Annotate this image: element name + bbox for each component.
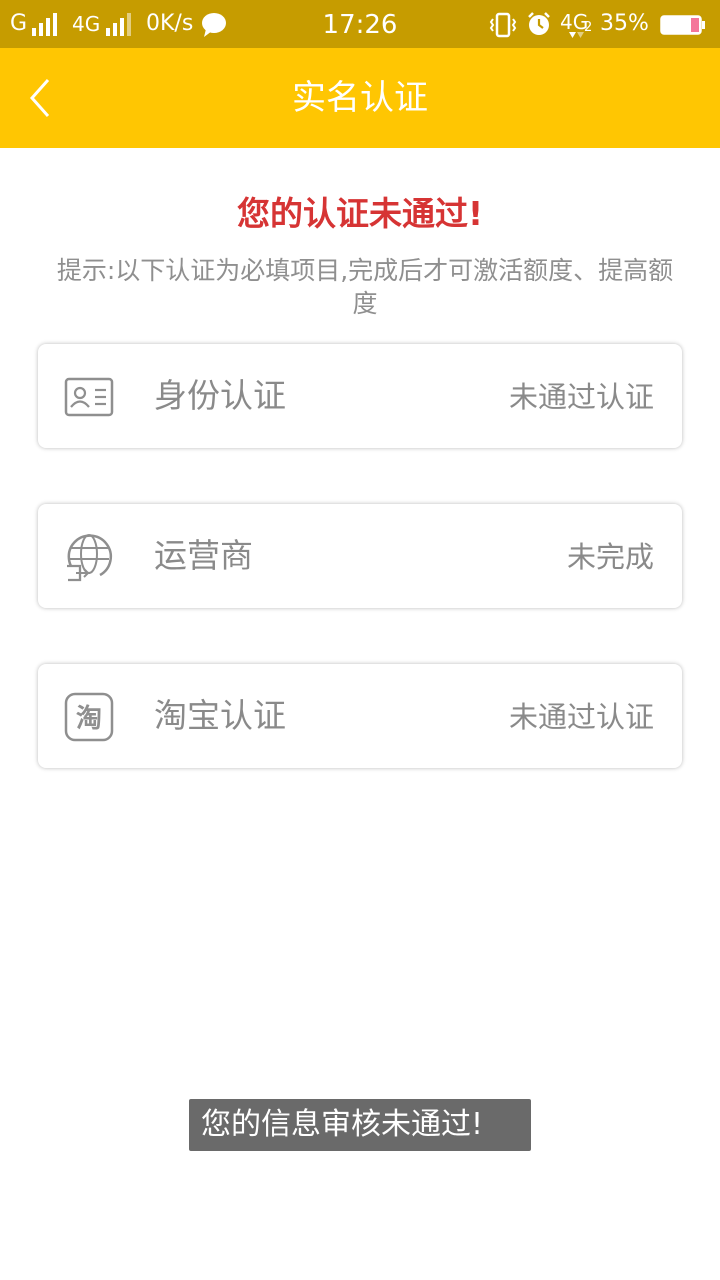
screen: G 4G 0K/s 17:26 4G 2 35% 实名认证 您的认证未通过! 提… <box>0 0 720 1280</box>
id-verification-card[interactable]: 身份认证 未通过认证 <box>38 344 682 448</box>
toast: 您的信息审核未通过! <box>189 1099 531 1151</box>
battery-percent: 35% <box>600 11 649 36</box>
card-label: 运营商 <box>154 536 253 575</box>
alert-title: 您的认证未通过! <box>236 194 484 233</box>
card-label: 淘宝认证 <box>154 696 286 735</box>
svg-text:淘: 淘 <box>76 704 102 734</box>
card-status: 未通过认证 <box>508 700 654 734</box>
alarm-icon <box>528 12 550 35</box>
vibrate-icon <box>489 12 517 38</box>
id-card-icon <box>64 377 114 417</box>
hint-text: 提示:以下认证为必填项目,完成后才可激活额度、提高额度 <box>56 256 674 318</box>
card-label: 身份认证 <box>154 376 286 415</box>
data-arrows-icon <box>569 32 584 38</box>
taobao-verification-card[interactable]: 淘 淘宝认证 未通过认证 <box>38 664 682 768</box>
status-bar: G 4G 0K/s 17:26 4G 2 35% <box>0 0 720 48</box>
battery-icon <box>660 15 705 35</box>
card-status: 未完成 <box>566 540 654 574</box>
toast-text: 您的信息审核未通过! <box>201 1107 484 1142</box>
nav-bar: 实名认证 <box>0 48 720 148</box>
page-title: 实名认证 <box>292 78 428 118</box>
taobao-icon: 淘 <box>64 692 114 742</box>
card-status: 未通过认证 <box>508 380 654 414</box>
carrier-globe-icon <box>67 534 113 582</box>
carrier-verification-card[interactable]: 运营商 未完成 <box>38 504 682 608</box>
